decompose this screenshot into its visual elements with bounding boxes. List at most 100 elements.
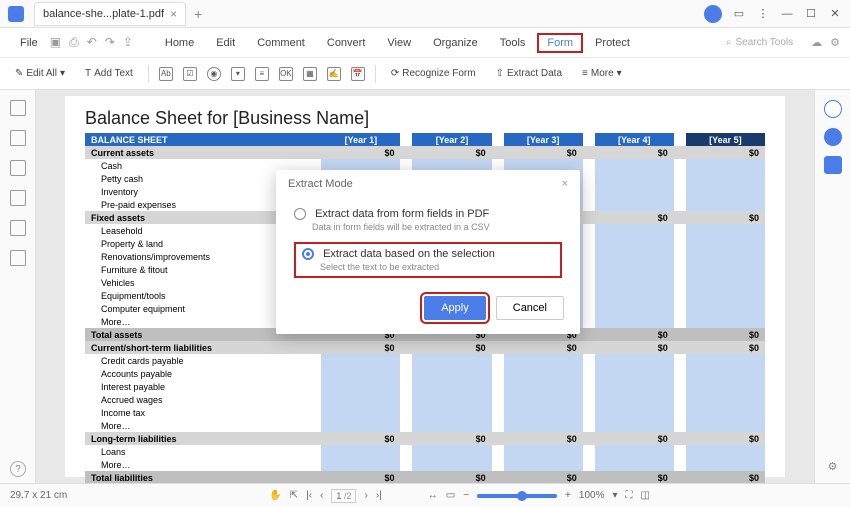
cell-value <box>595 367 674 380</box>
bookmarks-icon[interactable] <box>10 130 26 146</box>
maximize-icon[interactable]: ☐ <box>804 7 818 21</box>
page-number-input[interactable]: 1 /2 <box>331 489 356 503</box>
search-tools[interactable]: ⌕ Search Tools <box>726 37 793 48</box>
cell-value <box>412 406 491 419</box>
row-label: Long-term liabilities <box>85 432 321 445</box>
listbox-field-icon[interactable]: ≡ <box>255 67 269 81</box>
templates-icon[interactable] <box>824 156 842 174</box>
minimize-icon[interactable]: — <box>780 7 794 21</box>
last-page-icon[interactable]: ›| <box>376 490 382 501</box>
properties-icon[interactable] <box>824 100 842 118</box>
table-row: Interest payable <box>85 380 765 393</box>
qat-redo-icon[interactable]: ↷ <box>105 35 115 50</box>
menu-form[interactable]: Form <box>537 33 583 53</box>
select-tool-icon[interactable]: ⇱ <box>290 490 298 501</box>
cell-value <box>686 419 765 432</box>
date-field-icon[interactable]: 📅 <box>351 67 365 81</box>
text-field-icon[interactable]: Ab <box>159 67 173 81</box>
cell-value: $0 <box>504 341 583 354</box>
qat-save-icon[interactable]: ▣ <box>50 35 61 50</box>
cell-value: $0 <box>595 211 674 224</box>
ai-assistant-icon[interactable] <box>824 128 842 146</box>
help-icon[interactable]: ? <box>10 461 26 477</box>
chevron-down-icon[interactable]: ▾ <box>612 490 617 501</box>
cell-value <box>321 419 400 432</box>
menu-comment[interactable]: Comment <box>247 33 315 53</box>
window-compact-icon[interactable]: ▭ <box>732 7 746 21</box>
cell-value <box>504 445 583 458</box>
cloud-icon[interactable]: ☁ <box>811 36 822 49</box>
hand-tool-icon[interactable]: ✋ <box>269 490 281 501</box>
prev-page-icon[interactable]: ‹ <box>320 490 323 501</box>
extract-data-button[interactable]: ⇧ Extract Data <box>491 65 567 82</box>
thumbnails-icon[interactable] <box>10 100 26 116</box>
cell-value: $0 <box>321 432 400 445</box>
menu-edit[interactable]: Edit <box>206 33 245 53</box>
cell-value: $0 <box>321 146 400 159</box>
layers-icon[interactable] <box>10 250 26 266</box>
radio-field-icon[interactable]: ◉ <box>207 67 221 81</box>
close-window-icon[interactable]: ✕ <box>828 7 842 21</box>
zoom-in-icon[interactable]: + <box>565 490 571 501</box>
fit-page-icon[interactable]: ▭ <box>446 490 455 501</box>
document-tab[interactable]: balance-she...plate-1.pdf × <box>34 2 186 26</box>
button-field-icon[interactable]: OK <box>279 67 293 81</box>
extract-from-fields-option[interactable]: Extract data from form fields in PDF Dat… <box>294 204 562 236</box>
dropdown-field-icon[interactable]: ▾ <box>231 67 245 81</box>
window-menu-icon[interactable]: ⋮ <box>756 7 770 21</box>
menu-home[interactable]: Home <box>155 33 204 53</box>
cell-value <box>412 380 491 393</box>
cell-value: $0 <box>686 211 765 224</box>
cell-value: $0 <box>412 432 491 445</box>
security-icon[interactable] <box>10 160 26 176</box>
first-page-icon[interactable]: |‹ <box>306 490 312 501</box>
cell-value <box>595 419 674 432</box>
cell-value <box>595 302 674 315</box>
read-mode-icon[interactable]: ◫ <box>641 490 650 501</box>
fullscreen-icon[interactable]: ⛶ <box>626 490 633 501</box>
cancel-button[interactable]: Cancel <box>496 296 564 320</box>
close-tab-icon[interactable]: × <box>170 7 177 21</box>
row-label: Total liabilities <box>85 471 321 483</box>
search-panel-icon[interactable] <box>10 220 26 236</box>
menu-view[interactable]: View <box>377 33 421 53</box>
settings-gear-icon[interactable]: ⚙ <box>830 36 840 49</box>
cell-value <box>686 263 765 276</box>
image-field-icon[interactable]: ▦ <box>303 67 317 81</box>
edit-all-button[interactable]: ✎ Edit All ▾ <box>10 65 70 82</box>
more-button[interactable]: ≡ More ▾ <box>577 65 627 82</box>
next-page-icon[interactable]: › <box>364 490 367 501</box>
qat-undo-icon[interactable]: ↶ <box>87 35 97 50</box>
cell-value: $0 <box>686 471 765 483</box>
menu-tools[interactable]: Tools <box>490 33 536 53</box>
user-avatar-icon[interactable] <box>704 5 722 23</box>
extract-from-selection-option[interactable]: Extract data based on the selection Sele… <box>294 242 562 278</box>
attachments-icon[interactable] <box>10 190 26 206</box>
cell-value <box>504 367 583 380</box>
qat-print-icon[interactable]: ⎙ <box>69 35 79 50</box>
fit-width-icon[interactable]: ↔ <box>428 490 438 501</box>
menu-organize[interactable]: Organize <box>423 33 488 53</box>
recognize-form-button[interactable]: ⟳ Recognize Form <box>386 65 481 82</box>
menu-convert[interactable]: Convert <box>317 33 376 53</box>
sidebar-settings-icon[interactable]: ⚙ <box>828 460 838 473</box>
qat-share-icon[interactable]: ⇪ <box>123 35 133 50</box>
cell-value <box>686 276 765 289</box>
menu-file[interactable]: File <box>10 33 48 53</box>
menu-protect[interactable]: Protect <box>585 33 640 53</box>
zoom-slider[interactable] <box>477 494 557 498</box>
checkbox-field-icon[interactable]: ☑ <box>183 67 197 81</box>
signature-field-icon[interactable]: ✍ <box>327 67 341 81</box>
cell-value: $0 <box>595 432 674 445</box>
cell-value <box>686 380 765 393</box>
year-5-header: [Year 5] <box>686 133 765 146</box>
cell-value <box>321 367 400 380</box>
zoom-out-icon[interactable]: − <box>463 490 469 501</box>
apply-button[interactable]: Apply <box>424 296 486 320</box>
tab-title: balance-she...plate-1.pdf <box>43 8 164 20</box>
zoom-value[interactable]: 100% <box>579 490 605 501</box>
chevron-down-icon: ▾ <box>617 68 622 79</box>
dialog-close-icon[interactable]: × <box>562 178 568 190</box>
add-tab-button[interactable]: + <box>194 6 202 22</box>
add-text-button[interactable]: T Add Text <box>80 65 138 82</box>
